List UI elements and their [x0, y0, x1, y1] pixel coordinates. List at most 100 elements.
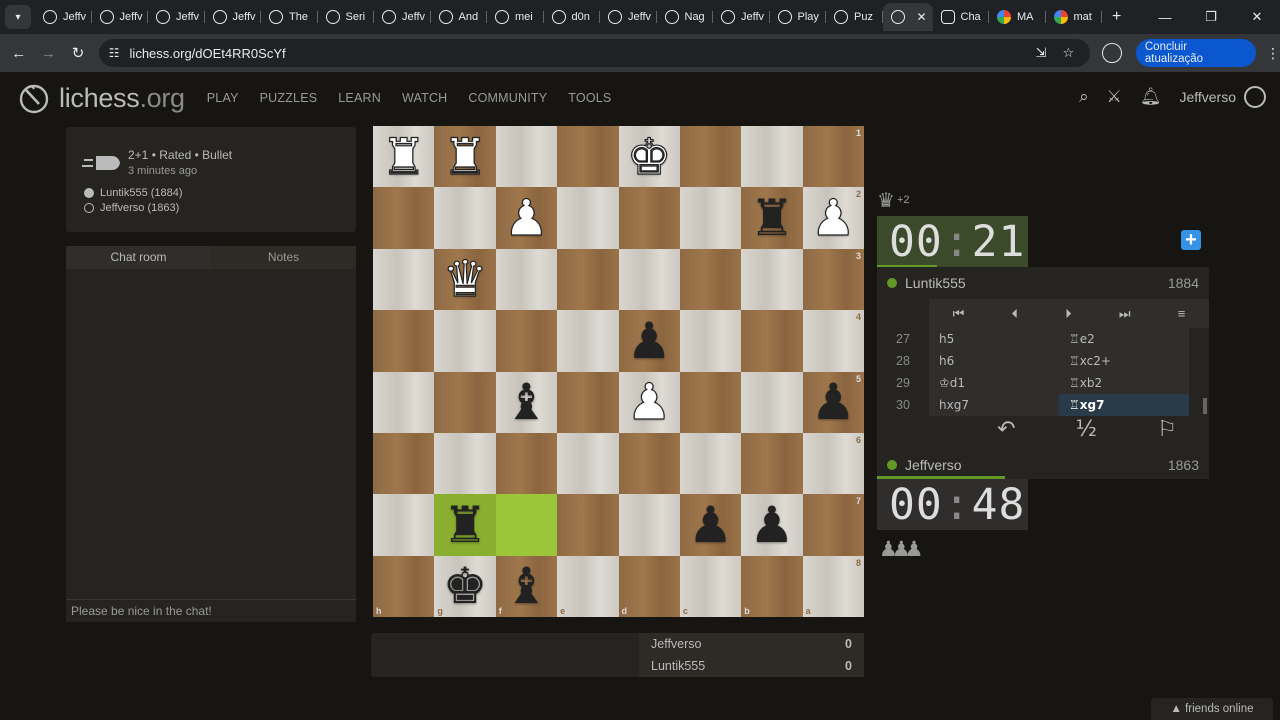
board-square[interactable]: [373, 432, 435, 495]
board-square[interactable]: [495, 432, 558, 495]
board-square[interactable]: [373, 310, 435, 372]
browser-tab[interactable]: Jeffv: [205, 3, 262, 31]
takeback-icon[interactable]: ↶: [997, 417, 1015, 442]
last-move-icon[interactable]: ⏭: [1119, 306, 1131, 322]
opponent-player-bar[interactable]: Luntik555 1884: [877, 267, 1209, 298]
black-player[interactable]: Jeffverso (1863): [84, 202, 183, 214]
challenge-swords-icon[interactable]: ⚔: [1107, 87, 1122, 107]
browser-tab[interactable]: And: [431, 3, 488, 31]
white-pawn-icon[interactable]: ♟: [626, 377, 672, 428]
board-square[interactable]: [495, 310, 558, 372]
nav-play[interactable]: PLAY: [207, 91, 239, 105]
user-avatar-icon[interactable]: [1244, 86, 1266, 108]
board-square[interactable]: 4: [802, 310, 864, 372]
board-square[interactable]: [434, 187, 496, 249]
browser-tab[interactable]: Nag: [657, 3, 714, 31]
board-square[interactable]: [557, 432, 619, 495]
black-rook-icon[interactable]: ♜: [443, 500, 488, 550]
browser-tab[interactable]: Jeffv: [92, 3, 149, 31]
first-move-icon[interactable]: ⏮: [953, 306, 965, 322]
nav-community[interactable]: COMMUNITY: [468, 91, 547, 105]
board-square[interactable]: ♚ g: [434, 555, 496, 617]
tab-chat-room[interactable]: Chat room: [66, 246, 211, 269]
board-square[interactable]: ♜: [373, 126, 435, 188]
tab-search-button[interactable]: ▾: [5, 5, 31, 29]
board-square[interactable]: ♛: [434, 248, 496, 311]
board-square[interactable]: [434, 310, 496, 372]
black-bishop-icon[interactable]: ♝: [504, 561, 549, 611]
white-move[interactable]: h6: [929, 350, 1059, 372]
board-square[interactable]: [557, 494, 619, 556]
board-square[interactable]: ♟ 2: [802, 187, 864, 249]
offer-draw-button[interactable]: ½: [1076, 417, 1097, 442]
board-square[interactable]: [557, 187, 619, 249]
minimize-button[interactable]: —: [1142, 10, 1188, 25]
url-bar[interactable]: ☷ lichess.org/dOEt4RR0ScYf ⇲ ☆: [98, 39, 1091, 67]
board-square[interactable]: [434, 432, 496, 495]
black-move[interactable]: ♖xg7: [1059, 394, 1189, 416]
black-pawn-icon[interactable]: ♟: [811, 377, 856, 427]
white-player[interactable]: Luntik555 (1884): [84, 187, 183, 199]
board-square[interactable]: ♟ 5: [802, 371, 864, 433]
browser-tab[interactable]: d0n: [544, 3, 601, 31]
black-move[interactable]: ♖xc2+: [1059, 350, 1189, 372]
browser-tab[interactable]: Play: [770, 3, 827, 31]
restore-button[interactable]: ❐: [1188, 9, 1234, 25]
nav-watch[interactable]: WATCH: [402, 91, 447, 105]
board-square[interactable]: [679, 248, 742, 311]
board-square[interactable]: [741, 126, 803, 188]
black-pawn-icon[interactable]: ♟: [750, 500, 795, 550]
nav-tools[interactable]: TOOLS: [568, 91, 611, 105]
add-time-button[interactable]: +: [1181, 230, 1201, 250]
board-square[interactable]: 1: [802, 126, 864, 188]
white-queen-icon[interactable]: ♛: [442, 254, 488, 305]
board-square[interactable]: c: [679, 555, 742, 617]
board-square[interactable]: 8a: [802, 555, 864, 617]
board-square[interactable]: [373, 494, 435, 556]
back-button[interactable]: ←: [4, 45, 34, 62]
board-square[interactable]: 6: [802, 432, 864, 495]
white-rook-icon[interactable]: ♜: [442, 131, 488, 182]
chat-input[interactable]: Please be nice in the chat!: [66, 599, 356, 622]
board-square[interactable]: [679, 371, 742, 433]
board-square[interactable]: [434, 371, 496, 433]
black-bishop-icon[interactable]: ♝: [504, 377, 549, 427]
board-square[interactable]: [557, 248, 619, 311]
board-square[interactable]: [618, 432, 680, 495]
board-square[interactable]: 7: [802, 494, 864, 556]
search-icon[interactable]: ⌕: [1079, 87, 1089, 107]
notification-bell-icon[interactable]: 🔔︎: [1140, 87, 1162, 107]
white-pawn-icon[interactable]: ♟: [810, 192, 856, 243]
board-square[interactable]: ♟: [741, 494, 803, 556]
board-square[interactable]: ♜: [434, 126, 496, 188]
close-window-button[interactable]: ✕: [1234, 9, 1280, 25]
black-king-icon[interactable]: ♚: [443, 561, 488, 611]
white-move[interactable]: ♔d1: [929, 372, 1059, 394]
white-move[interactable]: h5: [929, 328, 1059, 350]
board-square[interactable]: [373, 371, 435, 433]
board-square[interactable]: ♟: [495, 187, 558, 249]
site-info-icon[interactable]: ☷: [109, 46, 120, 60]
browser-tab[interactable]: Jeffv: [374, 3, 431, 31]
close-tab-icon[interactable]: ✕: [917, 10, 927, 24]
browser-tab[interactable]: mat: [1046, 3, 1103, 31]
board-square[interactable]: [679, 310, 742, 372]
board-square[interactable]: ♝: [495, 371, 558, 433]
white-pawn-icon[interactable]: ♟: [503, 192, 549, 243]
board-square[interactable]: [741, 248, 803, 311]
board-square[interactable]: [618, 187, 680, 249]
board-square[interactable]: [495, 494, 558, 556]
prev-move-icon[interactable]: ⏴: [1011, 306, 1018, 322]
board-square[interactable]: [373, 187, 435, 249]
tab-notes[interactable]: Notes: [211, 246, 356, 269]
board-square[interactable]: [679, 126, 742, 188]
board-square[interactable]: [557, 371, 619, 433]
white-move[interactable]: hxg7: [929, 394, 1059, 416]
board-square[interactable]: [557, 310, 619, 372]
resign-flag-icon[interactable]: ⚐: [1157, 417, 1177, 442]
board-square[interactable]: [618, 248, 680, 311]
browser-tab[interactable]: Jeffv: [713, 3, 770, 31]
board-square[interactable]: ♜: [434, 494, 496, 556]
browser-tab[interactable]: MA: [989, 3, 1046, 31]
update-button[interactable]: Concluir atualização: [1135, 39, 1257, 67]
